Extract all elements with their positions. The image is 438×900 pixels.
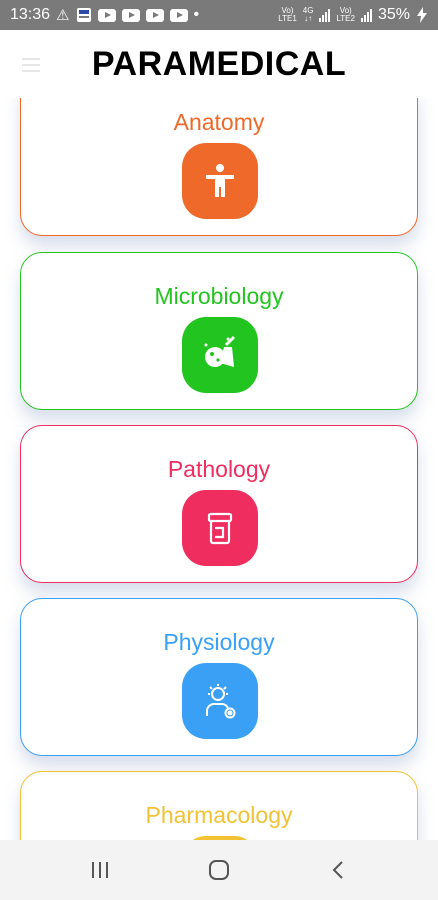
body-icon [182, 143, 258, 219]
subject-list[interactable]: Anatomy Microbiology Pathology Physiolog… [0, 98, 438, 840]
youtube-icon [145, 8, 164, 22]
signal-icon [319, 8, 331, 22]
warning-icon: ⚠ [56, 7, 70, 24]
subject-card-pharmacology[interactable]: Pharmacology [20, 771, 418, 840]
hamburger-menu-icon[interactable] [22, 58, 40, 76]
status-bar: 13:36 ⚠ • Vo) LTE1 4G ↓↑ Vo) LTE2 35% [0, 0, 438, 30]
subject-card-title: Pathology [167, 456, 271, 482]
network-type-bottom: ↓↑ [304, 14, 313, 23]
subject-card-title: Microbiology [154, 283, 284, 309]
subject-card-title: Pharmacology [145, 802, 293, 828]
volte-sim2-bottom: LTE2 [336, 14, 355, 23]
person-gear-icon [182, 663, 258, 739]
youtube-icon [121, 8, 140, 22]
status-time: 13:36 [10, 6, 51, 23]
specimen-jar-icon [182, 490, 258, 566]
home-icon [208, 860, 229, 880]
more-notifications-dot-icon: • [193, 6, 200, 23]
youtube-icon [97, 8, 116, 22]
battery-charging-icon [416, 7, 428, 23]
signal-icon [360, 8, 372, 22]
back-button[interactable] [308, 850, 368, 890]
page-title: PARAMEDICAL [91, 44, 347, 83]
subject-card-microbiology[interactable]: Microbiology [20, 252, 418, 410]
volte-sim1-bottom: LTE1 [278, 14, 297, 23]
subject-card-anatomy[interactable]: Anatomy [20, 98, 418, 236]
subject-card-title: Physiology [163, 629, 275, 655]
home-button[interactable] [189, 850, 249, 890]
subject-card-title: Anatomy [173, 109, 265, 135]
system-nav-bar [0, 840, 438, 900]
recent-apps-button[interactable] [70, 850, 130, 890]
recent-apps-icon [91, 862, 108, 878]
back-icon [332, 861, 344, 879]
battery-text: 35% [377, 6, 410, 23]
youtube-icon [169, 8, 188, 22]
app-bar: PARAMEDICAL [0, 30, 438, 98]
news-app-icon [76, 7, 92, 23]
bacteria-icon [182, 317, 258, 393]
network-type-icon: 4G ↓↑ [303, 7, 314, 23]
subject-card-physiology[interactable]: Physiology [20, 598, 418, 756]
volte-sim2-icon: Vo) LTE2 [336, 7, 355, 23]
subject-card-pathology[interactable]: Pathology [20, 425, 418, 583]
volte-sim1-icon: Vo) LTE1 [278, 7, 297, 23]
